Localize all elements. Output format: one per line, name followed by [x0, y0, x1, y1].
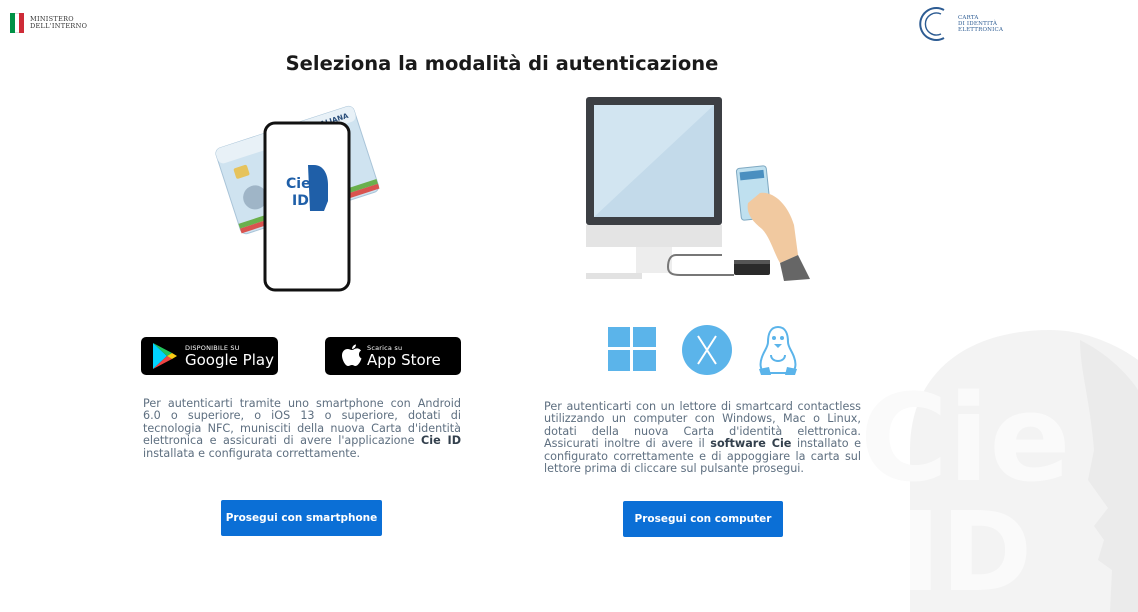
- smartphone-description: Per autenticarti tramite uno smartphone …: [143, 397, 462, 460]
- smartphone-desc-bold: Cie ID: [421, 434, 462, 448]
- page-title: Seleziona la modalità di autenticazione: [285, 52, 719, 75]
- macos-x-icon: [682, 325, 732, 375]
- smartphone-with-id-card-illustration: REPUBBLICA ITALIANA Cie ID: [215, 105, 380, 292]
- smartphone-desc-part2: installata e configurata correttamente.: [143, 446, 361, 460]
- smartphone-desc-part1: Per autenticarti tramite uno smartphone …: [143, 397, 461, 448]
- italian-flag-icon: [10, 13, 25, 33]
- cie-c-logo-icon: [919, 7, 945, 41]
- app-store-big-text: App Store: [367, 351, 441, 369]
- app-label-cie: Cie: [286, 176, 311, 192]
- app-label-id: ID: [292, 193, 309, 209]
- prosegui-smartphone-button[interactable]: Prosegui con smartphone: [221, 500, 382, 536]
- cie-line3: ELETTRONICA: [958, 27, 1004, 33]
- computer-with-card-reader-illustration: [586, 97, 810, 281]
- ministry-logo: MINISTERO DELL'INTERNO: [10, 13, 87, 33]
- computer-desc-bold: software Cie: [710, 437, 792, 451]
- computer-description: Per autenticarti con un lettore di smart…: [544, 400, 861, 475]
- google-play-badge[interactable]: DISPONIBILE SU Google Play: [141, 337, 278, 375]
- windows-icon: [608, 327, 656, 371]
- linux-tux-icon: [759, 325, 797, 375]
- app-store-badge[interactable]: Scarica su App Store: [325, 337, 461, 375]
- cie-logo: CARTA DI IDENTITÀ ELETTRONICA: [914, 4, 1003, 44]
- cie-id-watermark: Cie ID: [860, 330, 1138, 612]
- apple-icon: [342, 344, 362, 366]
- google-play-big-text: Google Play: [185, 351, 274, 369]
- google-play-icon: [153, 343, 177, 369]
- watermark-id-text: ID: [900, 488, 1032, 612]
- prosegui-computer-button[interactable]: Prosegui con computer: [623, 501, 783, 537]
- ministry-line2: DELL'INTERNO: [30, 22, 88, 30]
